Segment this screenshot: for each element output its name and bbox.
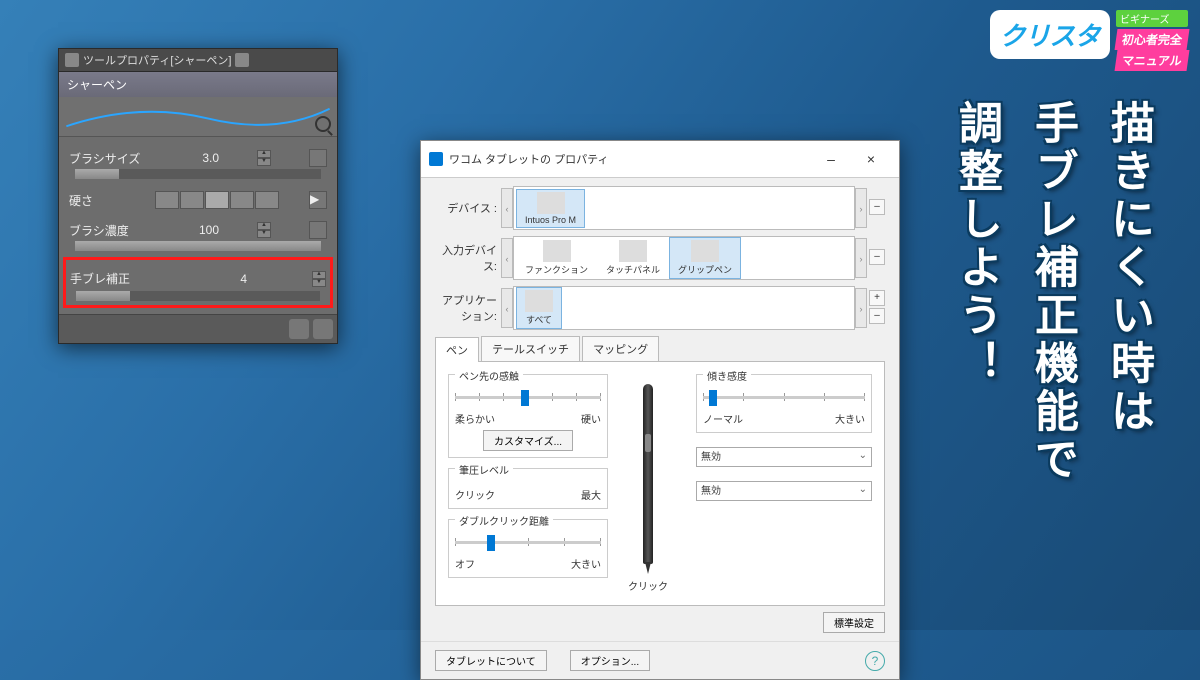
subtool-name: シャーペン bbox=[59, 72, 337, 97]
dblclick-group: ダブルクリック距離 オフ大きい bbox=[448, 519, 608, 578]
pen-tip-label: クリック bbox=[628, 578, 668, 593]
panel-title: ツールプロパティ[シャーペン] bbox=[83, 52, 231, 68]
headline-line-1: 描きにくい時は bbox=[1096, 100, 1160, 484]
logo-tag: ビギナーズ bbox=[1116, 10, 1188, 27]
help-icon[interactable]: ? bbox=[865, 651, 885, 671]
panel-menu-icon[interactable] bbox=[235, 53, 249, 67]
dblclick-slider[interactable] bbox=[455, 532, 601, 552]
headline-line-3: 調整しよう！ bbox=[944, 100, 1008, 484]
logo-sub1: 初心者完全 bbox=[1115, 29, 1190, 50]
options-button[interactable]: オプション... bbox=[570, 650, 650, 671]
headline-line-2: 手ブレ補正機能で bbox=[1020, 100, 1084, 484]
logo-sub2: マニュアル bbox=[1115, 50, 1190, 71]
dialog-bottom: タブレットについて オプション... ? bbox=[421, 641, 899, 679]
panel-grip-icon bbox=[65, 53, 79, 67]
brand-logo: クリスタ ビギナーズ 初心者完全 マニュアル bbox=[990, 10, 1188, 71]
about-button[interactable]: タブレットについて bbox=[435, 650, 547, 671]
dblclick-label: ダブルクリック距離 bbox=[455, 513, 553, 528]
headline: 描きにくい時は 手ブレ補正機能で 調整しよう！ bbox=[0, 100, 1160, 484]
button-lower-combo[interactable]: 無効 bbox=[696, 481, 872, 501]
panel-titlebar[interactable]: ツールプロパティ[シャーペン] bbox=[59, 49, 337, 72]
logo-main: クリスタ bbox=[990, 10, 1110, 59]
